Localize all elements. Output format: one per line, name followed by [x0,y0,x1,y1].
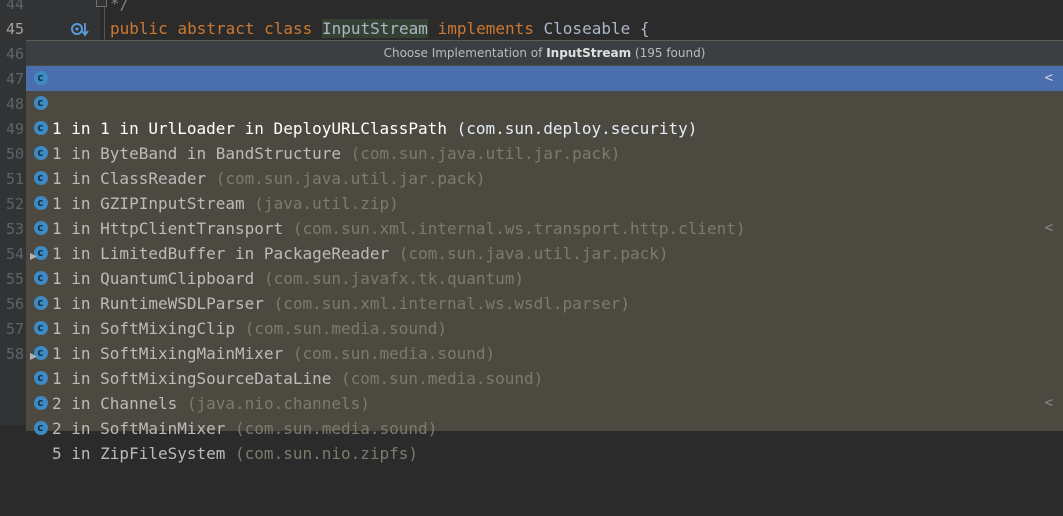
class-icon [34,290,48,315]
code-comment-line: */ [110,0,129,16]
class-icon [34,315,48,340]
class-icon [34,265,48,290]
implementation-item[interactable]: 2 in Channels (java.nio.channels) [26,340,1063,413]
popup-header-class: InputStream [546,46,632,60]
implementation-item[interactable]: 1 in GZIPInputStream (java.util.zip) [26,140,1063,213]
class-icon [34,415,48,440]
popup-header-count: (195 found) [631,46,706,60]
class-icon [34,140,48,165]
left-arrow-icon: < [1044,395,1053,411]
keyword-abstract: abstract [177,19,255,38]
class-icon [34,390,48,415]
left-arrow-icon: < [1044,70,1053,86]
implementation-item[interactable]: 1 in SoftMixingMainMixer (com.sun.media.… [26,290,1063,363]
keyword-public: public [110,19,168,38]
keyword-class: class [264,19,313,38]
implementation-item[interactable]: 1 in ByteBand in BandStructure (com.sun.… [26,90,1063,163]
fold-marker-icon[interactable] [96,0,107,7]
keyword-implements: implements [437,19,534,38]
code-class-declaration[interactable]: public abstract class InputStream implem… [110,16,650,41]
class-icon [34,240,48,265]
implementation-item[interactable]: 1 in HttpClientTransport (com.sun.xml.in… [26,165,1063,238]
class-icon [34,365,48,390]
implementation-item[interactable]: 1 in 1 in UrlLoader in DeployURLClassPat… [26,65,1063,138]
line-number: 45 [6,20,25,38]
class-icon [34,90,48,115]
class-icon [34,65,48,90]
implementation-item[interactable]: 1 in RuntimeWSDLParser (com.sun.xml.inte… [26,240,1063,313]
implementation-item[interactable]: 1 in LimitedBuffer in PackageReader (com… [26,190,1063,263]
class-icon [34,115,48,140]
item-package: (com.sun.nio.zipfs) [235,444,419,463]
implementation-item-partial[interactable] [26,415,1063,441]
interface-name[interactable]: Closeable { [544,19,650,38]
choose-implementation-popup: Choose Implementation of InputStream (19… [26,40,1063,463]
implementation-item[interactable]: 1 in ClassReader (com.sun.java.util.jar.… [26,115,1063,188]
class-icon [34,165,48,190]
popup-header: Choose Implementation of InputStream (19… [26,41,1063,65]
implementation-item[interactable]: 1 in SoftMixingClip (com.sun.media.sound… [26,265,1063,338]
implementation-item[interactable]: 1 in QuantumClipboard (com.sun.javafx.tk… [26,215,1063,288]
implementation-list: 1 in 1 in UrlLoader in DeployURLClassPat… [26,65,1063,463]
implemented-gutter-icon[interactable] [70,20,90,40]
comment-text: */ [110,0,130,13]
class-icon [34,340,48,365]
class-icon [34,215,48,240]
class-name[interactable]: InputStream [321,19,428,38]
implementation-item[interactable]: 2 in SoftMainMixer (com.sun.media.sound) [26,365,1063,438]
implementation-item[interactable]: 1 in SoftMixingSourceDataLine (com.sun.m… [26,315,1063,388]
implementation-item[interactable]: 5 in ZipFileSystem (com.sun.nio.zipfs) < [26,390,1063,463]
class-icon [34,190,48,215]
popup-header-prefix: Choose Implementation of [383,46,547,60]
left-arrow-icon: < [1044,220,1053,236]
line-number: 44 [6,0,25,13]
